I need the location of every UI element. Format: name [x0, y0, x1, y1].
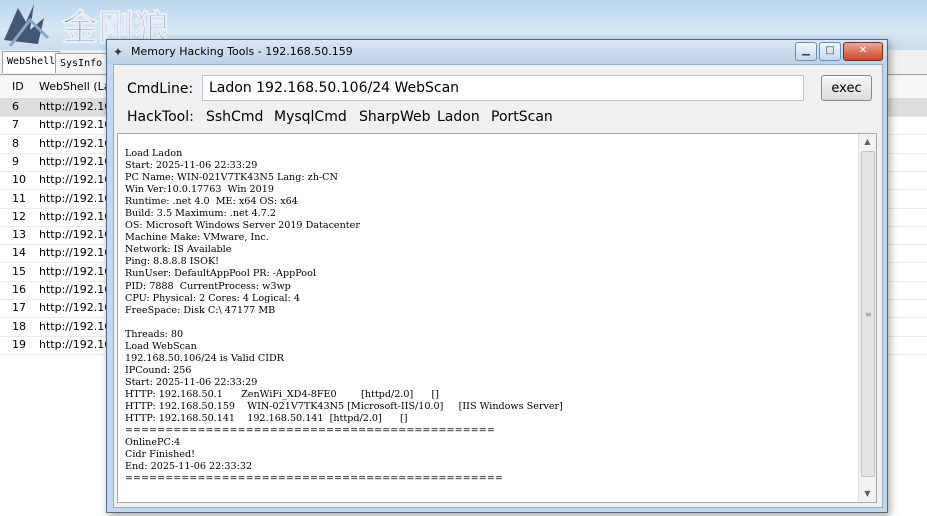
- row-id: 13: [12, 228, 26, 242]
- column-header-id[interactable]: ID: [12, 76, 24, 98]
- scroll-down-arrow-icon[interactable]: ▼: [859, 486, 876, 502]
- row-id: 17: [12, 301, 26, 315]
- scroll-up-arrow-icon[interactable]: ▲: [859, 134, 876, 150]
- row-id: 6: [12, 100, 19, 113]
- tab-sysinfo[interactable]: SysInfo: [55, 53, 108, 73]
- row-webshell-url: http://192.16: [39, 228, 112, 242]
- row-webshell-url: http://192.16: [39, 301, 112, 315]
- maximize-button[interactable]: □: [819, 42, 841, 61]
- cmdline-label: CmdLine:: [127, 81, 194, 97]
- row-webshell-url: http://192.16: [39, 118, 112, 132]
- row-webshell-url: http://192.16: [39, 337, 112, 351]
- row-webshell-url: http://192.16: [39, 191, 112, 205]
- tool-sshcmd[interactable]: SshCmd: [206, 107, 263, 127]
- row-id: 14: [12, 246, 26, 260]
- exec-button[interactable]: exec: [821, 75, 872, 101]
- row-id: 15: [12, 264, 26, 278]
- row-webshell-url: http://192.16: [39, 283, 112, 296]
- row-webshell-url: http://192.16: [39, 136, 112, 150]
- row-id: 9: [12, 154, 19, 168]
- cmdline-input[interactable]: [202, 75, 804, 101]
- row-webshell-url: http://192.16: [39, 209, 112, 223]
- row-id: 16: [12, 283, 26, 296]
- row-id: 10: [12, 173, 26, 187]
- scrollbar-thumb[interactable]: ≡: [861, 151, 875, 477]
- memory-hacking-tools-window: ✦ Memory Hacking Tools - 192.168.50.159 …: [106, 39, 888, 513]
- window-title: Memory Hacking Tools - 192.168.50.159: [131, 45, 353, 58]
- tab-webshell[interactable]: WebShell: [2, 51, 61, 73]
- hacktool-label: HackTool:: [127, 109, 194, 125]
- row-id: 12: [12, 209, 26, 223]
- output-textbox[interactable]: Load Ladon Start: 2025-11-06 22:33:29 PC…: [117, 133, 877, 503]
- row-webshell-url: http://192.16: [39, 246, 112, 260]
- row-id: 7: [12, 118, 19, 132]
- row-id: 11: [12, 191, 26, 205]
- row-webshell-url: http://192.16: [39, 173, 112, 187]
- tool-ladon[interactable]: Ladon: [437, 107, 480, 127]
- wolf-app-icon: ✦: [113, 45, 124, 59]
- close-button[interactable]: ✕: [843, 42, 883, 61]
- row-webshell-url: http://192.16: [39, 319, 112, 333]
- column-header-webshell[interactable]: WebShell (La: [39, 76, 110, 98]
- window-client-area: CmdLine: exec HackTool: SshCmd MysqlCmd …: [113, 64, 883, 508]
- minimize-button[interactable]: ▁: [795, 42, 817, 61]
- tool-mysqlcmd[interactable]: MysqlCmd: [274, 107, 347, 127]
- output-text: Load Ladon Start: 2025-11-06 22:33:29 PC…: [125, 148, 563, 485]
- tool-portscan[interactable]: PortScan: [491, 107, 553, 127]
- tool-sharpweb[interactable]: SharpWeb: [359, 107, 431, 127]
- row-id: 18: [12, 319, 26, 333]
- vertical-scrollbar[interactable]: ▲ ≡ ▼: [858, 134, 876, 502]
- row-id: 8: [12, 136, 19, 150]
- row-webshell-url: http://192.16: [39, 154, 112, 168]
- row-id: 19: [12, 337, 26, 351]
- title-bar[interactable]: ✦ Memory Hacking Tools - 192.168.50.159 …: [107, 40, 887, 64]
- row-webshell-url: http://192.16: [39, 100, 112, 113]
- row-webshell-url: http://192.16: [39, 264, 112, 278]
